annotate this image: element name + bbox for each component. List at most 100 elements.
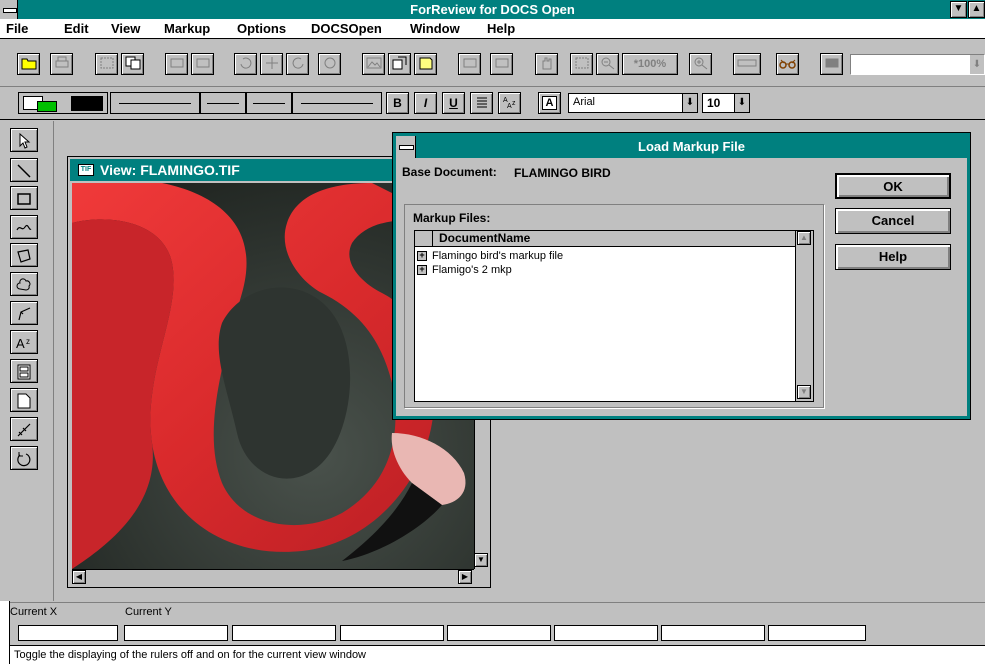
print-icon[interactable] xyxy=(50,53,73,75)
scroll-down-icon[interactable]: ▼ xyxy=(950,1,967,18)
curve-tool-icon[interactable] xyxy=(10,301,38,325)
app-title-bar[interactable]: ForReview for DOCS Open ▼ ▲ xyxy=(0,0,985,19)
markup-tools-palette: Az xyxy=(0,121,54,601)
ok-button[interactable]: OK xyxy=(835,173,951,199)
text-tool-icon[interactable]: Az xyxy=(10,330,38,354)
list-header: DocumentName xyxy=(415,231,795,247)
select-rect-icon[interactable] xyxy=(95,53,118,75)
rotate-icon[interactable] xyxy=(234,53,257,75)
freehand-tool-icon[interactable] xyxy=(10,215,38,239)
open-folder-icon[interactable] xyxy=(17,53,40,75)
system-menu-icon[interactable] xyxy=(0,0,18,19)
zoom-box-icon[interactable] xyxy=(570,53,593,75)
zoom-out-icon[interactable] xyxy=(596,53,619,75)
dialog-title-bar[interactable]: Load Markup File xyxy=(396,136,967,158)
list-item[interactable]: + Flamingo bird's markup file xyxy=(417,249,563,263)
line-style-thin[interactable] xyxy=(110,92,200,114)
menu-options[interactable]: Options xyxy=(237,21,286,36)
color-selector[interactable] xyxy=(18,92,108,114)
scroll-up-icon[interactable]: ▲ xyxy=(968,1,985,18)
app-title: ForReview for DOCS Open xyxy=(410,2,575,17)
rectangle-tool-icon[interactable] xyxy=(10,186,38,210)
menu-bar: File Edit View Markup Options DOCSOpen W… xyxy=(0,19,985,39)
fill-color-swatch[interactable] xyxy=(37,101,57,112)
line-style-medium[interactable] xyxy=(200,92,246,114)
font-size-select[interactable]: 10 ⬇ xyxy=(702,93,750,113)
tif-document-icon: TIF xyxy=(78,164,94,176)
edit-icon[interactable] xyxy=(318,53,341,75)
list-scroll-down-icon[interactable]: ▼ xyxy=(797,385,811,399)
svg-text:A: A xyxy=(16,336,25,351)
scroll-right-arrow-icon[interactable]: ▶ xyxy=(458,570,472,584)
menu-markup[interactable]: Markup xyxy=(164,21,210,36)
line-style-dash[interactable] xyxy=(246,92,292,114)
image-icon[interactable] xyxy=(362,53,385,75)
italic-button[interactable]: I xyxy=(414,92,437,114)
markup-files-list[interactable]: DocumentName + Flamingo bird's markup fil… xyxy=(414,230,814,402)
menu-help[interactable]: Help xyxy=(487,21,515,36)
first-page-icon[interactable] xyxy=(458,53,481,75)
polygon-tool-icon[interactable] xyxy=(10,243,38,267)
help-button[interactable]: Help xyxy=(835,244,951,270)
font-dropdown-icon[interactable]: ⬇ xyxy=(682,94,697,112)
menu-window[interactable]: Window xyxy=(410,21,460,36)
menu-file[interactable]: File xyxy=(6,21,28,36)
scroll-down-arrow-icon[interactable]: ▼ xyxy=(474,553,488,567)
pointer-tool-icon[interactable] xyxy=(10,128,38,152)
toolbar-combo-box[interactable]: ⬇ xyxy=(850,54,985,75)
line-color-swatch[interactable] xyxy=(71,96,103,111)
text-frame-button[interactable]: A xyxy=(538,92,561,114)
view-horizontal-scrollbar[interactable]: ◀ ▶ xyxy=(72,569,474,585)
list-scroll-up-icon[interactable]: ▲ xyxy=(797,231,811,245)
stamp-tool-icon[interactable] xyxy=(10,359,38,383)
rotate-left-icon[interactable] xyxy=(286,53,309,75)
text-size-icon[interactable]: AAz xyxy=(498,92,521,114)
font-name-value: Arial xyxy=(573,96,596,108)
status-field-4 xyxy=(340,625,444,641)
list-item[interactable]: + Flamigo's 2 mkp xyxy=(417,263,512,277)
list-vertical-scrollbar[interactable]: ▲ ▼ xyxy=(795,231,813,401)
line-style-thick[interactable] xyxy=(292,92,382,114)
size-dropdown-icon[interactable]: ⬇ xyxy=(734,94,749,112)
markup-note-icon[interactable] xyxy=(414,53,437,75)
last-page-icon[interactable] xyxy=(490,53,513,75)
glasses-icon[interactable] xyxy=(776,53,799,75)
status-field-8 xyxy=(768,625,866,641)
expand-icon[interactable]: + xyxy=(417,251,427,262)
zoom-in-icon[interactable] xyxy=(689,53,712,75)
menu-view[interactable]: View xyxy=(111,21,140,36)
combo-dropdown-icon[interactable]: ⬇ xyxy=(970,55,984,74)
expand-icon[interactable]: + xyxy=(417,265,427,276)
flip-icon[interactable] xyxy=(260,53,283,75)
undo-tool-icon[interactable] xyxy=(10,446,38,470)
line-tool-icon[interactable] xyxy=(10,158,38,182)
pan-hand-icon[interactable] xyxy=(535,53,558,75)
scroll-left-arrow-icon[interactable]: ◀ xyxy=(72,570,86,584)
page-next-icon[interactable] xyxy=(191,53,214,75)
zoom-level-button[interactable]: *100% xyxy=(622,53,678,75)
cloud-tool-icon[interactable] xyxy=(10,272,38,296)
underline-button[interactable]: U xyxy=(442,92,465,114)
measure-tool-icon[interactable] xyxy=(10,417,38,441)
column-header-documentname[interactable]: DocumentName xyxy=(439,231,530,246)
list-header-spacer xyxy=(415,231,433,246)
menu-edit[interactable]: Edit xyxy=(64,21,89,36)
markup-files-label: Markup Files: xyxy=(413,211,491,225)
note-tool-icon[interactable] xyxy=(10,388,38,412)
status-field-6 xyxy=(554,625,658,641)
base-document-label: Base Document: xyxy=(402,165,497,179)
page-prev-icon[interactable] xyxy=(165,53,188,75)
view-window-title: View: FLAMINGO.TIF xyxy=(100,162,240,178)
docs-open-icon[interactable] xyxy=(388,53,411,75)
font-name-select[interactable]: Arial ⬇ xyxy=(568,93,698,113)
properties-icon[interactable] xyxy=(820,53,843,75)
dialog-system-menu-icon[interactable] xyxy=(396,136,416,158)
current-x-label: Current X xyxy=(10,606,58,618)
bold-button[interactable]: B xyxy=(386,92,409,114)
ruler-icon[interactable] xyxy=(733,53,761,75)
help-status-line: Toggle the displaying of the rulers off … xyxy=(10,645,985,664)
cancel-button[interactable]: Cancel xyxy=(835,208,951,234)
menu-docsopen[interactable]: DOCSOpen xyxy=(311,21,382,36)
align-icon[interactable] xyxy=(470,92,493,114)
copy-icon[interactable] xyxy=(121,53,144,75)
